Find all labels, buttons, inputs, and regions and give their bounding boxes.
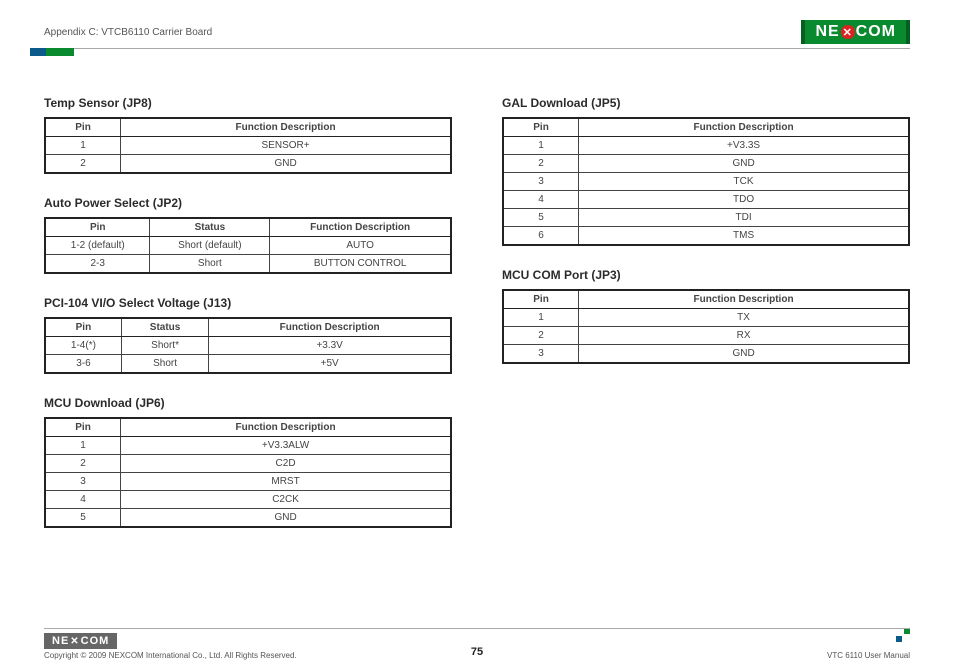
page-header: Appendix C: VTCB6110 Carrier Board NE ✕ … <box>44 20 910 49</box>
logo-x-icon: ✕ <box>841 25 855 39</box>
nexcom-logo-bottom: NE ✕ COM <box>44 633 117 649</box>
section-title: Temp Sensor (JP8) <box>44 96 452 110</box>
logo-text-right: COM <box>81 635 110 647</box>
logo-x-icon: ✕ <box>70 636 79 647</box>
table-jp5: Pin Function Description 1+V3.3S 2GND 3T… <box>502 117 910 246</box>
table-header-row: Pin Function Description <box>503 290 909 309</box>
table-jp3: Pin Function Description 1TX 2RX 3GND <box>502 289 910 364</box>
th-func: Function Description <box>121 418 451 437</box>
section-title: PCI-104 VI/O Select Voltage (J13) <box>44 296 452 310</box>
accent-bar <box>30 48 74 56</box>
copyright-text: Copyright © 2009 NEXCOM International Co… <box>44 651 297 660</box>
th-pin: Pin <box>45 418 121 437</box>
section-temp-sensor: Temp Sensor (JP8) Pin Function Descripti… <box>44 96 452 174</box>
table-row: 1TX <box>503 309 909 327</box>
section-mcu-com: MCU COM Port (JP3) Pin Function Descript… <box>502 268 910 364</box>
section-title: MCU Download (JP6) <box>44 396 452 410</box>
table-header-row: Pin Function Description <box>45 118 451 137</box>
left-column: Temp Sensor (JP8) Pin Function Descripti… <box>44 96 452 550</box>
table-row: 3GND <box>503 345 909 364</box>
table-row: 2GND <box>45 155 451 174</box>
table-row: 4C2CK <box>45 491 451 509</box>
table-jp6: Pin Function Description 1+V3.3ALW 2C2D … <box>44 417 452 528</box>
table-header-row: Pin Function Description <box>503 118 909 137</box>
th-func: Function Description <box>209 318 451 337</box>
table-row: 6TMS <box>503 227 909 246</box>
th-pin: Pin <box>45 118 121 137</box>
content-columns: Temp Sensor (JP8) Pin Function Descripti… <box>44 96 910 550</box>
table-row: 1+V3.3ALW <box>45 437 451 455</box>
table-header-row: Pin Status Function Description <box>45 218 451 237</box>
table-jp2: Pin Status Function Description 1-2 (def… <box>44 217 452 274</box>
table-row: 1-2 (default)Short (default)AUTO <box>45 237 451 255</box>
table-row: 1-4(*)Short*+3.3V <box>45 337 451 355</box>
section-gal-download: GAL Download (JP5) Pin Function Descript… <box>502 96 910 246</box>
table-row: 2RX <box>503 327 909 345</box>
table-row: 3TCK <box>503 173 909 191</box>
footer-right: VTC 6110 User Manual <box>827 651 910 660</box>
table-header-row: Pin Status Function Description <box>45 318 451 337</box>
page-number: 75 <box>471 646 483 658</box>
table-row: 5GND <box>45 509 451 528</box>
nexcom-logo-top: NE ✕ COM <box>801 20 910 44</box>
th-status: Status <box>121 318 208 337</box>
th-func: Function Description <box>579 290 909 309</box>
section-title: Auto Power Select (JP2) <box>44 196 452 210</box>
th-pin: Pin <box>45 318 121 337</box>
manual-name: VTC 6110 User Manual <box>827 651 910 660</box>
th-func: Function Description <box>579 118 909 137</box>
footer-left: NE ✕ COM Copyright © 2009 NEXCOM Interna… <box>44 633 297 660</box>
table-row: 2C2D <box>45 455 451 473</box>
table-j13: Pin Status Function Description 1-4(*)Sh… <box>44 317 452 374</box>
table-row: 5TDI <box>503 209 909 227</box>
th-pin: Pin <box>503 290 579 309</box>
table-row: 1SENSOR+ <box>45 137 451 155</box>
th-pin: Pin <box>503 118 579 137</box>
table-header-row: Pin Function Description <box>45 418 451 437</box>
table-row: 2-3ShortBUTTON CONTROL <box>45 255 451 274</box>
th-func: Function Description <box>121 118 451 137</box>
section-title: MCU COM Port (JP3) <box>502 268 910 282</box>
th-status: Status <box>150 218 270 237</box>
table-row: 4TDO <box>503 191 909 209</box>
section-title: GAL Download (JP5) <box>502 96 910 110</box>
table-row: 3-6Short+5V <box>45 355 451 374</box>
table-row: 2GND <box>503 155 909 173</box>
section-auto-power: Auto Power Select (JP2) Pin Status Funct… <box>44 196 452 274</box>
th-func: Function Description <box>270 218 451 237</box>
logo-text-left: NE <box>52 635 69 647</box>
section-pci104: PCI-104 VI/O Select Voltage (J13) Pin St… <box>44 296 452 374</box>
th-pin: Pin <box>45 218 150 237</box>
right-column: GAL Download (JP5) Pin Function Descript… <box>502 96 910 550</box>
table-row: 3MRST <box>45 473 451 491</box>
logo-text-left: NE <box>815 23 839 41</box>
table-jp8: Pin Function Description 1SENSOR+ 2GND <box>44 117 452 174</box>
header-title: Appendix C: VTCB6110 Carrier Board <box>44 27 212 38</box>
table-row: 1+V3.3S <box>503 137 909 155</box>
logo-text-right: COM <box>856 23 896 41</box>
section-mcu-download: MCU Download (JP6) Pin Function Descript… <box>44 396 452 528</box>
